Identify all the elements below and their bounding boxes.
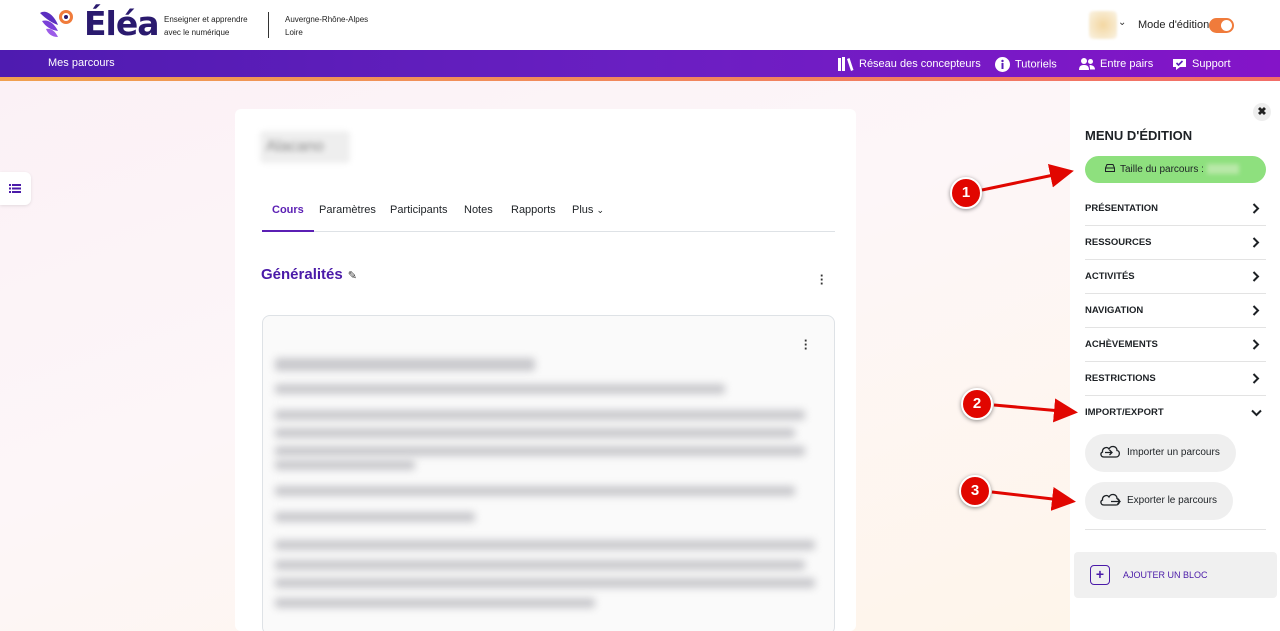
arrow-3 — [991, 487, 1076, 511]
annotation-badge-1: 1 — [950, 177, 982, 209]
arrow-1 — [981, 163, 1074, 192]
annotation-badge-3: 3 — [959, 475, 991, 507]
annotation-badge-2: 2 — [961, 388, 993, 420]
annotation-arrows — [981, 163, 1078, 511]
arrow-2 — [993, 398, 1078, 423]
